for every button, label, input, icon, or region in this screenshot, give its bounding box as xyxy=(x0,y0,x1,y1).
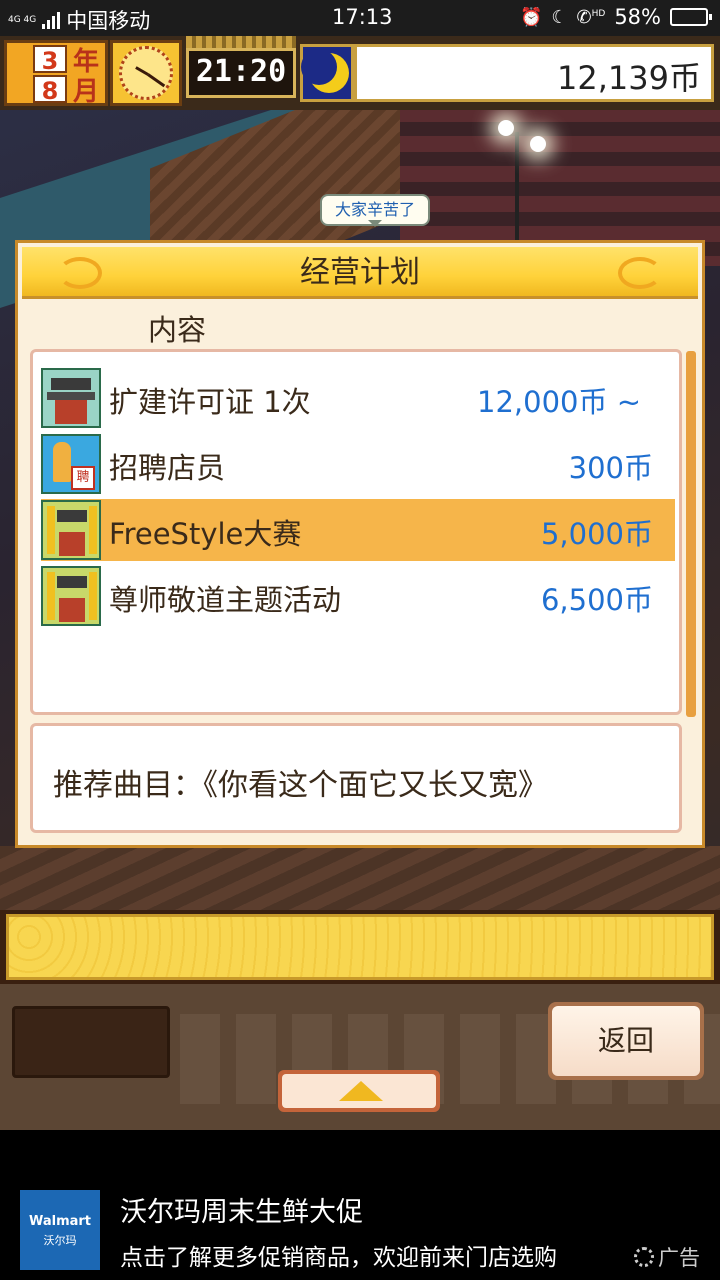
ad-subtitle: 点击了解更多促销商品，欢迎前来门店选购 xyxy=(120,1245,557,1271)
status-right: ⏰ ☾ ✆HD 58% xyxy=(519,5,712,29)
boost-building-icon xyxy=(41,500,101,560)
list-scrollbar[interactable] xyxy=(686,351,696,717)
time-trim xyxy=(186,36,296,48)
item-price: 12,000币 ~ xyxy=(477,385,641,419)
status-left: 4G 4G 中国移动 xyxy=(8,5,150,35)
scene-floor xyxy=(0,846,720,916)
list-item-selected[interactable]: FreeStyle大赛 5,000币 xyxy=(41,499,675,561)
battery-percent: 58% xyxy=(614,5,661,29)
game-time: 21:20 xyxy=(186,48,296,98)
dialog-title-text: 经营计划 xyxy=(300,255,420,290)
item-name: 招聘店员 xyxy=(109,451,226,485)
item-name: 扩建许可证 1次 xyxy=(109,385,311,419)
lamp-light xyxy=(498,120,514,136)
cloud-ornament-icon xyxy=(58,257,102,289)
item-name: FreeStyle大赛 xyxy=(109,517,302,551)
night-indicator xyxy=(300,44,354,102)
list-item[interactable]: 聘 招聘店员 300币 xyxy=(41,433,675,495)
ad-tag[interactable]: 广告 xyxy=(634,1242,700,1272)
lamp-light xyxy=(530,136,546,152)
logo-text-cn: 沃尔玛 xyxy=(43,1234,77,1247)
plan-list[interactable]: 扩建许可证 1次 12,000币 ~ 聘 招聘店员 300币 FreeStyle… xyxy=(30,349,682,715)
triangle-up-icon xyxy=(339,1081,383,1101)
recruit-icon: 聘 xyxy=(41,434,101,494)
building-icon xyxy=(41,368,101,428)
dialog-title: 经营计划 xyxy=(22,247,698,299)
ad-tag-label: 广告 xyxy=(658,1246,700,1270)
signal-icon xyxy=(42,11,61,29)
item-price: 6,500币 xyxy=(540,583,653,617)
alarm-icon: ⏰ xyxy=(519,6,543,28)
section-label: 内容 xyxy=(148,313,207,347)
money-panel: 12,139币 xyxy=(354,44,714,102)
description-panel: 推荐曲目：《你看这个面它又长又宽》 xyxy=(30,723,682,833)
list-item[interactable]: 扩建许可证 1次 12,000币 ~ xyxy=(41,367,675,429)
ad-banner[interactable]: Walmart 沃尔玛 沃尔玛周末生鲜大促 点击了解更多促销商品，欢迎前来门店选… xyxy=(0,1130,720,1280)
month-number: 8 xyxy=(33,75,67,105)
top-hud: 3 年 8 月 21:20 12,139币 xyxy=(0,36,720,110)
recruit-sign: 聘 xyxy=(71,466,95,490)
system-time: 17:13 xyxy=(332,5,393,29)
back-button-label: 返回 xyxy=(552,1006,700,1076)
year-number: 3 xyxy=(33,45,67,75)
ad-close-icon xyxy=(634,1247,654,1267)
bottom-toolbar: 返回 xyxy=(0,984,720,1130)
boost-building-icon xyxy=(41,566,101,626)
money-amount: 12,139币 xyxy=(557,59,701,97)
ad-title: 沃尔玛周末生鲜大促 xyxy=(120,1197,363,1228)
speech-bubble: 大家辛苦了 xyxy=(320,194,430,227)
message-area xyxy=(6,914,714,980)
list-item[interactable]: 尊师敬道主题活动 6,500币 xyxy=(41,565,675,627)
clock-icon xyxy=(110,40,182,106)
item-description: 推荐曲目：《你看这个面它又长又宽》 xyxy=(53,768,548,803)
item-name: 尊师敬道主题活动 xyxy=(109,583,342,617)
logo-text-en: Walmart xyxy=(28,1214,92,1229)
battery-icon xyxy=(670,8,712,26)
carrier-name: 中国移动 xyxy=(66,9,151,33)
month-unit: 月 xyxy=(73,77,100,107)
date-panel: 3 年 8 月 xyxy=(4,40,108,107)
hd-call-icon: ✆HD xyxy=(576,6,606,28)
status-bar: 4G 4G 中国移动 17:13 ⏰ ☾ ✆HD 58% xyxy=(0,0,720,36)
plan-dialog: 经营计划 内容 扩建许可证 1次 12,000币 ~ 聘 招聘店员 300币 F… xyxy=(15,240,705,848)
cloud-ornament-icon xyxy=(618,257,662,289)
moon-icon: ☾ xyxy=(551,6,568,28)
hd-label: HD xyxy=(591,8,606,19)
walmart-logo: Walmart 沃尔玛 xyxy=(20,1190,100,1270)
message-bar xyxy=(0,910,720,984)
network-type: 4G 4G xyxy=(8,15,37,25)
moon-icon xyxy=(301,49,349,93)
back-button[interactable]: 返回 xyxy=(548,1002,704,1080)
item-price: 300币 xyxy=(568,451,653,485)
item-price: 5,000币 xyxy=(540,517,653,551)
menu-slot-button[interactable] xyxy=(12,1006,170,1078)
expand-up-button[interactable] xyxy=(278,1070,440,1112)
street-lamp xyxy=(515,132,519,242)
